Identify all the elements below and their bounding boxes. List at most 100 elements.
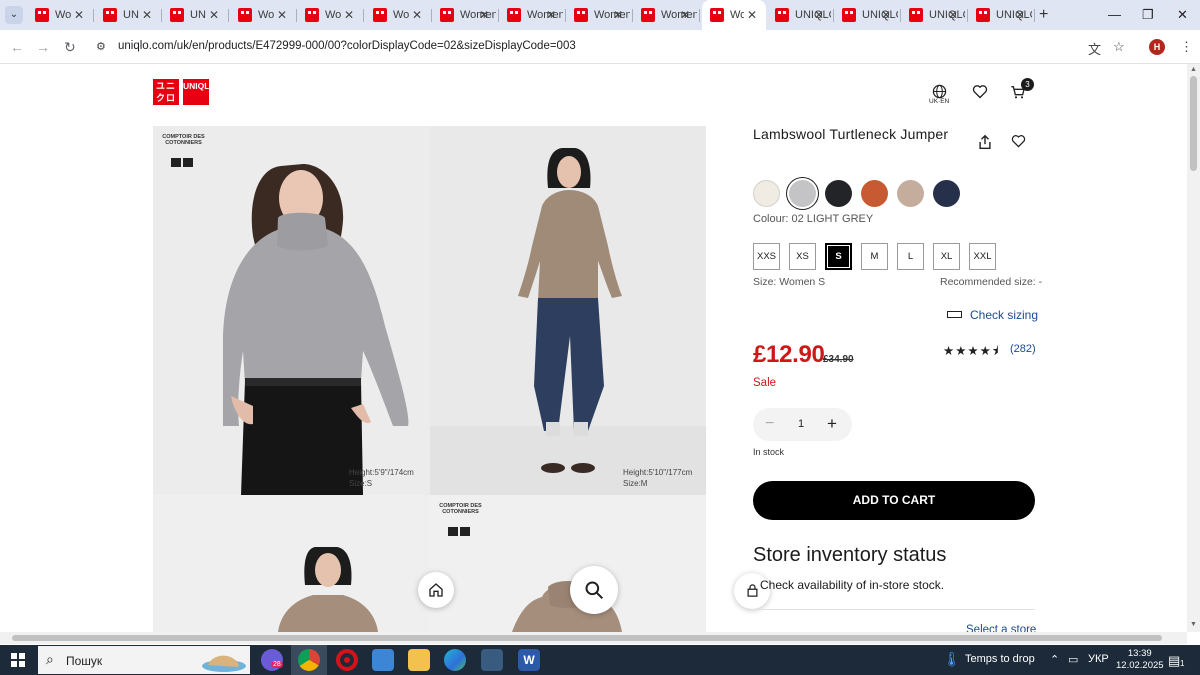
tab-close-icon[interactable]: ✕ bbox=[814, 8, 824, 22]
browser-tab[interactable]: UN ✕ bbox=[162, 0, 229, 30]
notifications-icon[interactable]: ▤ bbox=[1168, 653, 1180, 669]
scrollbar-thumb[interactable] bbox=[1190, 76, 1197, 171]
product-photo-1[interactable]: COMPTOIR DES COTONNIERS Height:5'9"/174c… bbox=[153, 126, 430, 495]
wishlist-heart-icon[interactable] bbox=[972, 84, 988, 99]
size-option-s[interactable]: S bbox=[825, 243, 852, 270]
browser-tab[interactable]: UNIQLO✕ bbox=[901, 0, 968, 30]
kebab-menu-icon[interactable]: ⋮ bbox=[1180, 39, 1193, 55]
decrease-quantity-button[interactable]: − bbox=[765, 415, 774, 433]
vertical-scrollbar[interactable]: ▲ ▼ bbox=[1187, 64, 1200, 632]
browser-tab[interactable]: Wo ✕ bbox=[27, 0, 94, 30]
colour-swatch-off-white[interactable] bbox=[753, 180, 780, 207]
browser-tab[interactable]: UN ✕ bbox=[95, 0, 162, 30]
tab-close-icon[interactable]: ✕ bbox=[209, 8, 219, 22]
increase-quantity-button[interactable]: + bbox=[827, 414, 837, 434]
calculator-icon[interactable] bbox=[481, 649, 503, 671]
uniqlo-logo[interactable]: ユニクロ UNIQLO bbox=[153, 79, 216, 105]
tab-close-icon[interactable]: ✕ bbox=[412, 8, 422, 22]
browser-tab[interactable]: UNIQLO✕ bbox=[767, 0, 834, 30]
address-bar[interactable]: uniqlo.com/uk/en/products/E472999-000/00… bbox=[118, 40, 576, 52]
minimize-button[interactable]: — bbox=[1108, 7, 1121, 22]
browser-tab[interactable]: Wo ✕ bbox=[365, 0, 432, 30]
close-window-button[interactable]: ✕ bbox=[1177, 7, 1188, 23]
size-option-xl[interactable]: XL bbox=[933, 243, 960, 270]
horizontal-scrollbar[interactable] bbox=[0, 632, 1187, 644]
add-to-cart-button[interactable]: ADD TO CART bbox=[753, 481, 1035, 520]
rating-stars-icon[interactable]: ★★★★⯨ bbox=[943, 342, 999, 363]
product-photo-3[interactable] bbox=[153, 495, 430, 632]
tab-search-button[interactable]: ⌄ bbox=[5, 6, 23, 24]
network-icon[interactable]: ▭ bbox=[1068, 653, 1078, 666]
windows-start-icon[interactable] bbox=[11, 653, 25, 667]
microsoft-store-icon[interactable] bbox=[372, 649, 394, 671]
browser-tab[interactable]: UNIQLO✕ bbox=[834, 0, 901, 30]
word-icon[interactable]: W bbox=[518, 649, 540, 671]
uniqlo-favicon-icon bbox=[909, 8, 923, 22]
scroll-down-icon[interactable]: ▼ bbox=[1190, 621, 1197, 628]
file-explorer-icon[interactable] bbox=[408, 649, 430, 671]
tab-close-icon[interactable]: ✕ bbox=[948, 8, 958, 22]
language-label[interactable]: UK·EN bbox=[929, 98, 949, 105]
tab-close-icon[interactable]: ✕ bbox=[479, 8, 489, 22]
input-language[interactable]: УКР bbox=[1088, 653, 1109, 665]
browser-tab[interactable]: Wo ✕ bbox=[702, 0, 766, 30]
tab-close-icon[interactable]: ✕ bbox=[613, 8, 623, 22]
tray-expand-icon[interactable]: ⌃ bbox=[1050, 653, 1059, 666]
translate-icon[interactable]: 文 bbox=[1088, 39, 1101, 58]
tab-close-icon[interactable]: ✕ bbox=[344, 8, 354, 22]
colour-swatch-light-grey[interactable] bbox=[789, 180, 816, 207]
tab-close-icon[interactable]: ✕ bbox=[747, 8, 757, 22]
edge-icon[interactable] bbox=[444, 649, 466, 671]
size-option-m[interactable]: M bbox=[861, 243, 888, 270]
globe-icon[interactable] bbox=[932, 84, 947, 99]
tab-close-icon[interactable]: ✕ bbox=[680, 8, 690, 22]
browser-tab[interactable]: UNIQLO✕ bbox=[968, 0, 1035, 30]
colour-swatch-beige[interactable] bbox=[897, 180, 924, 207]
tab-close-icon[interactable]: ✕ bbox=[277, 8, 287, 22]
profile-avatar[interactable]: H bbox=[1149, 39, 1165, 55]
restore-button[interactable]: ❐ bbox=[1142, 7, 1154, 23]
messaging-app-icon[interactable]: 28 bbox=[261, 649, 283, 671]
tab-close-icon[interactable]: ✕ bbox=[1015, 8, 1025, 22]
forward-arrow-icon[interactable]: → bbox=[36, 39, 50, 55]
product-photo-4[interactable]: COMPTOIR DES COTONNIERS bbox=[430, 495, 706, 632]
size-option-xxs[interactable]: XXS bbox=[753, 243, 780, 270]
browser-tab[interactable]: Women ✕ bbox=[633, 0, 700, 30]
new-tab-button[interactable]: + bbox=[1039, 6, 1048, 24]
quantity-value[interactable]: 1 bbox=[798, 418, 804, 430]
scroll-up-icon[interactable]: ▲ bbox=[1190, 66, 1197, 73]
tab-close-icon[interactable]: ✕ bbox=[881, 8, 891, 22]
browser-tab[interactable]: Women ✕ bbox=[499, 0, 566, 30]
site-settings-icon[interactable]: ⚙ bbox=[96, 40, 109, 53]
chrome-icon[interactable] bbox=[298, 649, 320, 671]
reload-icon[interactable]: ↻ bbox=[64, 39, 76, 56]
favorite-heart-icon[interactable] bbox=[1011, 134, 1026, 148]
reviews-count-link[interactable]: (282) bbox=[1010, 343, 1036, 355]
home-button[interactable] bbox=[418, 572, 454, 608]
tab-close-icon[interactable]: ✕ bbox=[546, 8, 556, 22]
browser-tab[interactable]: Women ✕ bbox=[432, 0, 499, 30]
system-clock[interactable]: 13:39 12.02.2025 bbox=[1116, 648, 1164, 672]
search-button[interactable] bbox=[570, 566, 618, 614]
scrollbar-thumb[interactable] bbox=[12, 635, 1162, 641]
bookmark-star-icon[interactable]: ☆ bbox=[1113, 39, 1125, 55]
colour-swatch-black[interactable] bbox=[825, 180, 852, 207]
browser-tab[interactable]: Wo ✕ bbox=[297, 0, 364, 30]
weather-thermometer-icon[interactable]: 🌡 bbox=[943, 651, 961, 668]
browser-tab[interactable]: Women ✕ bbox=[566, 0, 633, 30]
size-option-l[interactable]: L bbox=[897, 243, 924, 270]
tab-close-icon[interactable]: ✕ bbox=[74, 8, 84, 22]
colour-swatch-navy[interactable] bbox=[933, 180, 960, 207]
tab-close-icon[interactable]: ✕ bbox=[142, 8, 152, 22]
opera-icon[interactable] bbox=[336, 649, 358, 671]
browser-tab[interactable]: Wo ✕ bbox=[230, 0, 297, 30]
taskbar-search[interactable]: ⌕ Пошук bbox=[38, 646, 250, 674]
size-option-xs[interactable]: XS bbox=[789, 243, 816, 270]
check-sizing-link[interactable]: Check sizing bbox=[947, 308, 1038, 322]
share-icon[interactable] bbox=[978, 134, 992, 150]
weather-text[interactable]: Temps to drop bbox=[965, 653, 1035, 665]
product-photo-2[interactable]: Height:5'10"/177cm Size:M bbox=[430, 126, 706, 495]
size-option-xxl[interactable]: XXL bbox=[969, 243, 996, 270]
colour-swatch-orange[interactable] bbox=[861, 180, 888, 207]
back-arrow-icon[interactable]: ← bbox=[10, 39, 24, 55]
